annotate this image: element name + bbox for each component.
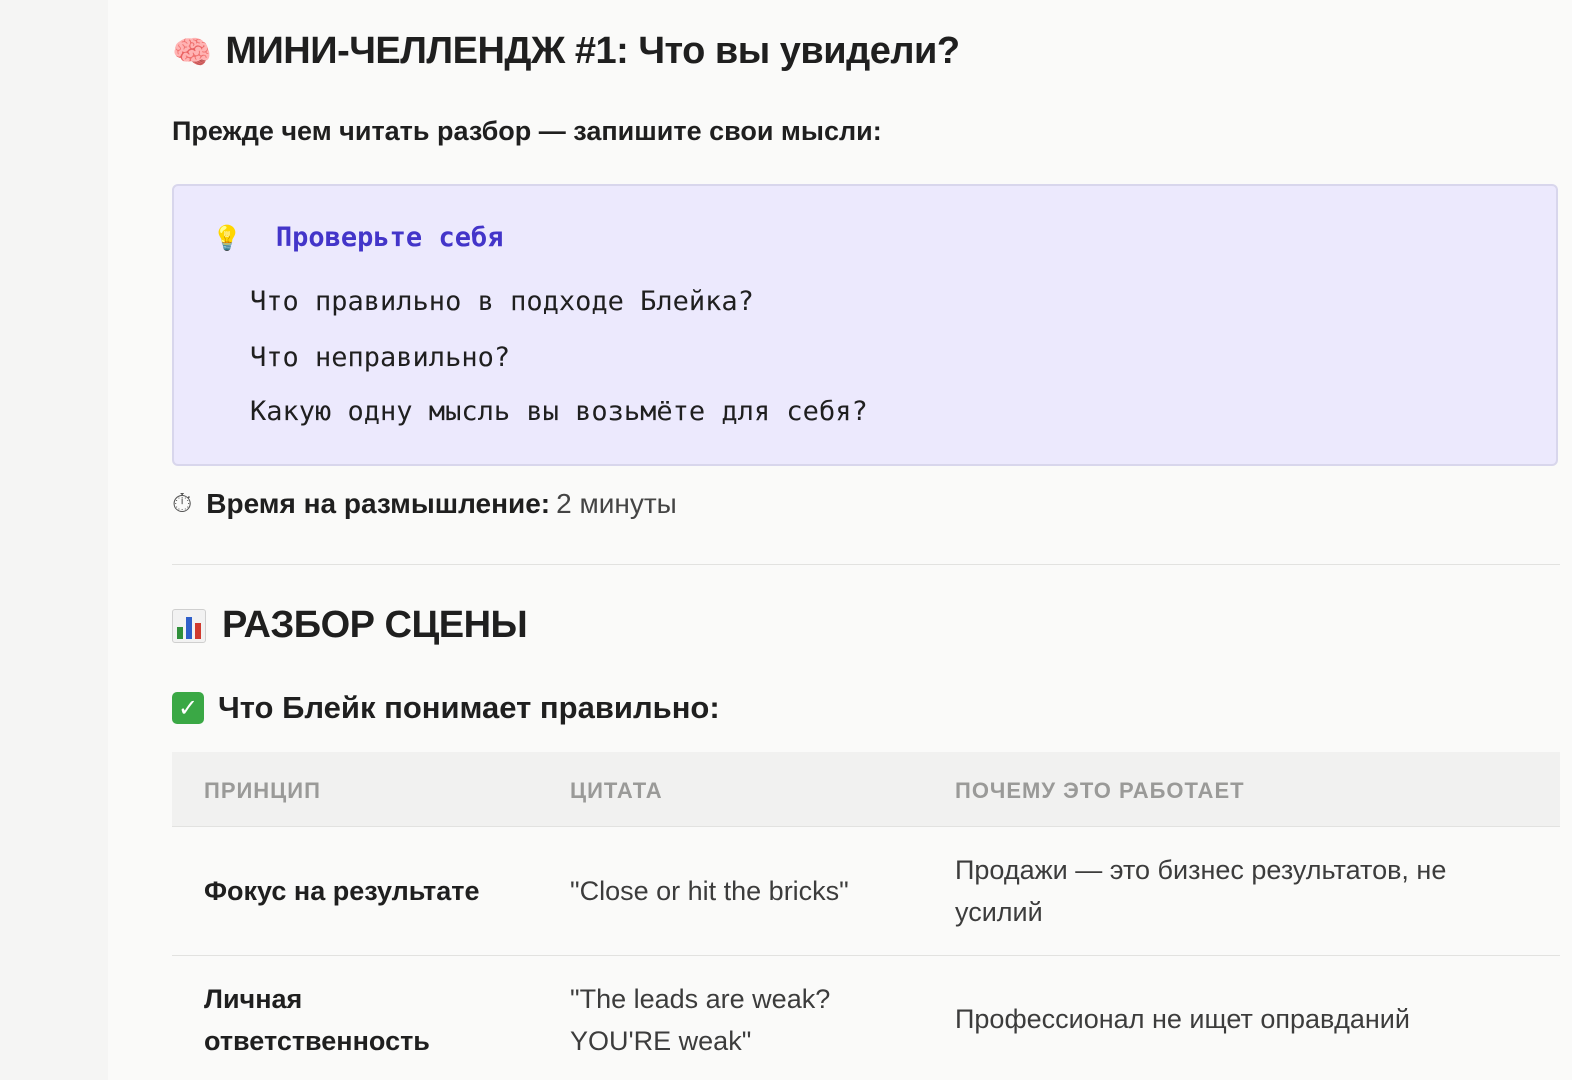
callout-question: Что неправильно? — [250, 342, 511, 373]
stopwatch-icon: ⏱ — [172, 488, 193, 519]
column-header-principle: ПРИНЦИП — [204, 778, 321, 803]
reflection-time: ⏱ Время на размышление: 2 минуты — [172, 488, 677, 520]
section-title: Что Блейк понимает правильно: — [218, 690, 720, 725]
callout-box: 💡 Проверьте себя Что правильно в подходе… — [172, 184, 1558, 466]
table-row: Фокус на результате "Close or hit the br… — [172, 827, 1560, 956]
principle-cell: Фокус на результате — [204, 876, 480, 906]
challenge-heading: 🧠 МИНИ-ЧЕЛЛЕНДЖ #1: Что вы увидели? — [172, 30, 960, 73]
why-cell: Профессионал не ищет оправданий — [955, 1004, 1410, 1034]
analysis-heading: РАЗБОР СЦЕНЫ — [172, 604, 528, 647]
section-heading: ✓ Что Блейк понимает правильно: — [172, 690, 720, 726]
column-header-why: ПОЧЕМУ ЭТО РАБОТАЕТ — [955, 778, 1245, 803]
why-cell: Продажи — это бизнес результатов, не уси… — [955, 855, 1447, 927]
principle-cell: Личная ответственность — [204, 984, 430, 1056]
column-header-quote: ЦИТАТА — [570, 778, 663, 803]
callout-question: Какую одну мысль вы возьмёте для себя? — [250, 396, 868, 427]
challenge-title: МИНИ-ЧЕЛЛЕНДЖ #1: Что вы увидели? — [225, 30, 960, 72]
callout-title: Проверьте себя — [275, 222, 504, 253]
table-row: Личная ответственность "The leads are we… — [172, 956, 1560, 1080]
quote-cell: "The leads are weak? YOU'RE weak" — [570, 984, 831, 1056]
callout-header: 💡 Проверьте себя — [212, 222, 503, 253]
challenge-intro: Прежде чем читать разбор — запишите свои… — [172, 116, 882, 146]
callout-question: Что правильно в подходе Блейка? — [250, 286, 754, 317]
reflection-time-label: Время на размышление: — [206, 488, 551, 519]
bar-chart-icon — [172, 608, 206, 643]
principles-table: ПРИНЦИП ЦИТАТА ПОЧЕМУ ЭТО РАБОТАЕТ Фокус… — [172, 752, 1560, 1080]
table-header: ПРИНЦИП ЦИТАТА ПОЧЕМУ ЭТО РАБОТАЕТ — [172, 752, 1560, 827]
lightbulb-icon: 💡 — [212, 223, 242, 252]
quote-cell: "Close or hit the bricks" — [570, 876, 849, 906]
reflection-time-value: 2 минуты — [556, 488, 677, 519]
section-divider — [172, 564, 1560, 565]
check-mark-icon: ✓ — [172, 692, 204, 724]
brain-icon: 🧠 — [172, 32, 212, 71]
page-content: 🧠 МИНИ-ЧЕЛЛЕНДЖ #1: Что вы увидели? Преж… — [108, 0, 1572, 1080]
analysis-title: РАЗБОР СЦЕНЫ — [222, 604, 528, 646]
